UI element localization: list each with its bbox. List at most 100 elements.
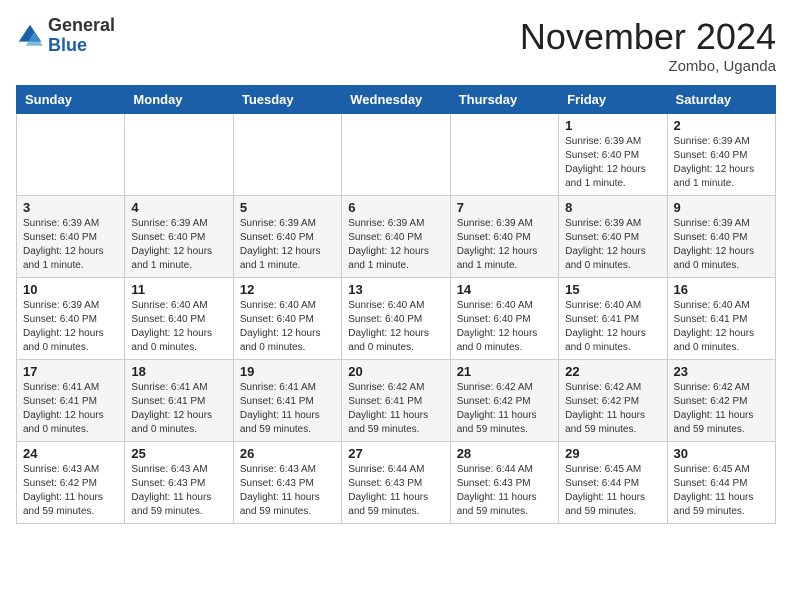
calendar-cell: 25 Sunrise: 6:43 AM Sunset: 6:43 PM Dayli…	[125, 442, 233, 524]
day-info: Sunrise: 6:39 AM Sunset: 6:40 PM Dayligh…	[457, 217, 552, 273]
logo-icon	[16, 22, 44, 50]
calendar-cell: 30Sunrise: 6:45 AM Sunset: 6:44 PM Dayli…	[667, 442, 775, 524]
day-number: 6	[348, 200, 443, 215]
calendar-cell: 29 Sunrise: 6:45 AM Sunset: 6:44 PM Dayli…	[559, 442, 667, 524]
logo-general-text: General	[48, 15, 115, 35]
logo: General Blue	[16, 16, 115, 56]
day-number: 18	[131, 364, 226, 379]
calendar-cell: 15 Sunrise: 6:40 AM Sunset: 6:41 PM Dayli…	[559, 278, 667, 360]
calendar-table: SundayMondayTuesdayWednesdayThursdayFrid…	[16, 85, 776, 524]
day-info: Sunrise: 6:43 AM Sunset: 6:43 PM Dayligh…	[240, 463, 335, 519]
day-number: 17	[23, 364, 118, 379]
day-number: 25	[131, 446, 226, 461]
day-number: 2	[674, 118, 769, 133]
day-info: Sunrise: 6:41 AM Sunset: 6:41 PM Dayligh…	[23, 381, 118, 437]
calendar-cell: 19 Sunrise: 6:41 AM Sunset: 6:41 PM Dayli…	[233, 360, 341, 442]
day-number: 13	[348, 282, 443, 297]
calendar-cell: 12 Sunrise: 6:40 AM Sunset: 6:40 PM Dayli…	[233, 278, 341, 360]
location: Zombo, Uganda	[520, 58, 776, 75]
day-number: 5	[240, 200, 335, 215]
day-info: Sunrise: 6:40 AM Sunset: 6:40 PM Dayligh…	[457, 299, 552, 355]
day-info: Sunrise: 6:42 AM Sunset: 6:42 PM Dayligh…	[457, 381, 552, 437]
calendar-header-row: SundayMondayTuesdayWednesdayThursdayFrid…	[17, 86, 776, 114]
calendar-cell: 6 Sunrise: 6:39 AM Sunset: 6:40 PM Daylig…	[342, 196, 450, 278]
calendar-cell: 16Sunrise: 6:40 AM Sunset: 6:41 PM Dayli…	[667, 278, 775, 360]
day-info: Sunrise: 6:43 AM Sunset: 6:43 PM Dayligh…	[131, 463, 226, 519]
calendar-cell: 20 Sunrise: 6:42 AM Sunset: 6:41 PM Dayli…	[342, 360, 450, 442]
day-info: Sunrise: 6:44 AM Sunset: 6:43 PM Dayligh…	[457, 463, 552, 519]
day-number: 29	[565, 446, 660, 461]
calendar-header-sunday: Sunday	[17, 86, 125, 114]
calendar-cell	[233, 114, 341, 196]
day-number: 11	[131, 282, 226, 297]
logo-blue-text: Blue	[48, 35, 87, 55]
calendar-cell	[450, 114, 558, 196]
calendar-cell: 3 Sunrise: 6:39 AM Sunset: 6:40 PM Daylig…	[17, 196, 125, 278]
calendar-cell: 27 Sunrise: 6:44 AM Sunset: 6:43 PM Dayli…	[342, 442, 450, 524]
day-info: Sunrise: 6:39 AM Sunset: 6:40 PM Dayligh…	[240, 217, 335, 273]
day-info: Sunrise: 6:39 AM Sunset: 6:40 PM Dayligh…	[565, 135, 660, 191]
day-info: Sunrise: 6:45 AM Sunset: 6:44 PM Dayligh…	[565, 463, 660, 519]
day-number: 14	[457, 282, 552, 297]
calendar-cell: 7Sunrise: 6:39 AM Sunset: 6:40 PM Daylig…	[450, 196, 558, 278]
day-info: Sunrise: 6:42 AM Sunset: 6:42 PM Dayligh…	[674, 381, 769, 437]
calendar-cell: 26 Sunrise: 6:43 AM Sunset: 6:43 PM Dayli…	[233, 442, 341, 524]
day-info: Sunrise: 6:39 AM Sunset: 6:40 PM Dayligh…	[674, 217, 769, 273]
day-info: Sunrise: 6:40 AM Sunset: 6:40 PM Dayligh…	[240, 299, 335, 355]
day-number: 26	[240, 446, 335, 461]
day-info: Sunrise: 6:39 AM Sunset: 6:40 PM Dayligh…	[674, 135, 769, 191]
day-info: Sunrise: 6:39 AM Sunset: 6:40 PM Dayligh…	[131, 217, 226, 273]
calendar-header-thursday: Thursday	[450, 86, 558, 114]
day-info: Sunrise: 6:42 AM Sunset: 6:41 PM Dayligh…	[348, 381, 443, 437]
calendar-header-friday: Friday	[559, 86, 667, 114]
day-info: Sunrise: 6:41 AM Sunset: 6:41 PM Dayligh…	[240, 381, 335, 437]
day-info: Sunrise: 6:40 AM Sunset: 6:40 PM Dayligh…	[348, 299, 443, 355]
calendar-cell: 24 Sunrise: 6:43 AM Sunset: 6:42 PM Dayli…	[17, 442, 125, 524]
calendar-cell: 8Sunrise: 6:39 AM Sunset: 6:40 PM Daylig…	[559, 196, 667, 278]
day-info: Sunrise: 6:40 AM Sunset: 6:41 PM Dayligh…	[565, 299, 660, 355]
calendar-cell	[125, 114, 233, 196]
day-number: 22	[565, 364, 660, 379]
day-number: 24	[23, 446, 118, 461]
calendar-cell: 1Sunrise: 6:39 AM Sunset: 6:40 PM Daylig…	[559, 114, 667, 196]
day-info: Sunrise: 6:44 AM Sunset: 6:43 PM Dayligh…	[348, 463, 443, 519]
day-number: 16	[674, 282, 769, 297]
day-info: Sunrise: 6:43 AM Sunset: 6:42 PM Dayligh…	[23, 463, 118, 519]
day-number: 19	[240, 364, 335, 379]
calendar-cell: 17 Sunrise: 6:41 AM Sunset: 6:41 PM Dayli…	[17, 360, 125, 442]
day-info: Sunrise: 6:39 AM Sunset: 6:40 PM Dayligh…	[348, 217, 443, 273]
day-number: 23	[674, 364, 769, 379]
calendar-cell: 22 Sunrise: 6:42 AM Sunset: 6:42 PM Dayli…	[559, 360, 667, 442]
calendar-cell: 2 Sunrise: 6:39 AM Sunset: 6:40 PM Daylig…	[667, 114, 775, 196]
calendar-week-row: 1Sunrise: 6:39 AM Sunset: 6:40 PM Daylig…	[17, 114, 776, 196]
day-info: Sunrise: 6:39 AM Sunset: 6:40 PM Dayligh…	[23, 217, 118, 273]
calendar-cell: 9Sunrise: 6:39 AM Sunset: 6:40 PM Daylig…	[667, 196, 775, 278]
calendar-week-row: 10 Sunrise: 6:39 AM Sunset: 6:40 PM Dayli…	[17, 278, 776, 360]
calendar-cell	[17, 114, 125, 196]
day-number: 30	[674, 446, 769, 461]
calendar-cell: 21Sunrise: 6:42 AM Sunset: 6:42 PM Dayli…	[450, 360, 558, 442]
calendar-header-saturday: Saturday	[667, 86, 775, 114]
day-number: 10	[23, 282, 118, 297]
month-title: November 2024	[520, 16, 776, 58]
calendar-week-row: 3 Sunrise: 6:39 AM Sunset: 6:40 PM Daylig…	[17, 196, 776, 278]
day-info: Sunrise: 6:42 AM Sunset: 6:42 PM Dayligh…	[565, 381, 660, 437]
calendar-cell: 5 Sunrise: 6:39 AM Sunset: 6:40 PM Daylig…	[233, 196, 341, 278]
title-block: November 2024 Zombo, Uganda	[520, 16, 776, 75]
day-info: Sunrise: 6:39 AM Sunset: 6:40 PM Dayligh…	[23, 299, 118, 355]
day-number: 15	[565, 282, 660, 297]
day-number: 4	[131, 200, 226, 215]
day-number: 8	[565, 200, 660, 215]
day-info: Sunrise: 6:40 AM Sunset: 6:40 PM Dayligh…	[131, 299, 226, 355]
calendar-cell: 4 Sunrise: 6:39 AM Sunset: 6:40 PM Daylig…	[125, 196, 233, 278]
page-header: General Blue November 2024 Zombo, Uganda	[16, 16, 776, 75]
calendar-cell: 11 Sunrise: 6:40 AM Sunset: 6:40 PM Dayli…	[125, 278, 233, 360]
calendar-cell: 18 Sunrise: 6:41 AM Sunset: 6:41 PM Dayli…	[125, 360, 233, 442]
day-number: 12	[240, 282, 335, 297]
day-number: 3	[23, 200, 118, 215]
day-number: 27	[348, 446, 443, 461]
day-info: Sunrise: 6:41 AM Sunset: 6:41 PM Dayligh…	[131, 381, 226, 437]
day-number: 20	[348, 364, 443, 379]
calendar-week-row: 24 Sunrise: 6:43 AM Sunset: 6:42 PM Dayli…	[17, 442, 776, 524]
calendar-header-tuesday: Tuesday	[233, 86, 341, 114]
